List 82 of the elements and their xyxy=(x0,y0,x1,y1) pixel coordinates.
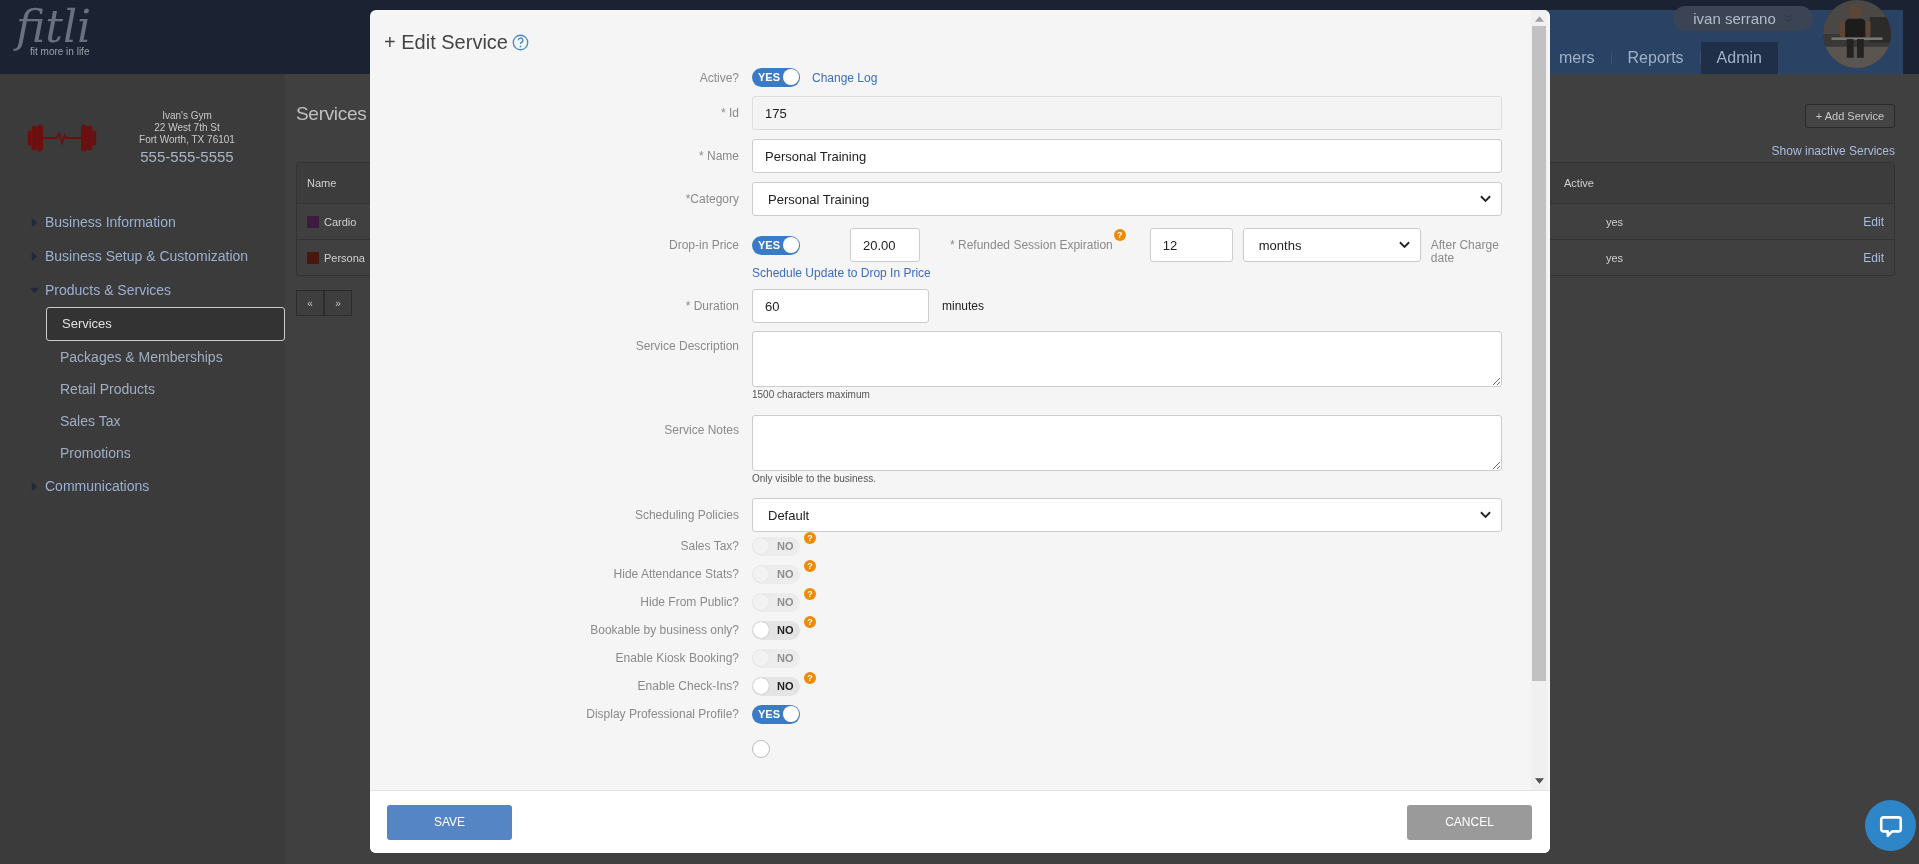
chevron-icon xyxy=(1480,195,1491,203)
sidebar-item[interactable]: Products & Services xyxy=(0,273,285,307)
sidebar-subitem[interactable]: Promotions xyxy=(46,437,285,469)
scroll-down-icon[interactable] xyxy=(1534,778,1544,784)
field-label: Bookable by business only? xyxy=(589,623,740,637)
edit-link[interactable]: Edit xyxy=(1863,250,1884,265)
toggle-switch[interactable]: YES xyxy=(752,704,800,724)
business-name: Ivan's Gym xyxy=(162,110,212,122)
business-phone: 555-555-5555 xyxy=(140,148,234,165)
column-header: Active xyxy=(1564,177,1595,189)
field-label: Drop-in Price xyxy=(667,238,740,252)
help-icon[interactable] xyxy=(511,33,529,51)
pager-button[interactable]: « xyxy=(296,290,324,316)
dialog-title: + Edit Service xyxy=(384,30,508,54)
radio-button[interactable] xyxy=(752,740,770,758)
sidebar-subitem[interactable]: Sales Tax xyxy=(46,405,285,437)
id-field[interactable]: 175 xyxy=(752,96,1502,130)
price-field[interactable]: 20.00 xyxy=(850,228,920,262)
field-label: * Name xyxy=(698,149,740,163)
edit-link[interactable]: Edit xyxy=(1863,214,1884,229)
field-label: Enable Kiosk Booking? xyxy=(614,651,740,665)
sidebar-item[interactable]: Business Setup & Customization xyxy=(0,239,285,273)
field-label: * Refunded Session Expiration xyxy=(950,238,1113,252)
user-menu[interactable]: ivan serrano xyxy=(1673,6,1813,31)
duration-field[interactable]: 60 xyxy=(752,289,929,323)
field-label: Sales Tax? xyxy=(679,539,740,553)
cancel-button[interactable]: CANCEL xyxy=(1407,804,1532,840)
scroll-up-icon[interactable] xyxy=(1534,16,1544,22)
business-address: Fort Worth, TX 76101 xyxy=(139,134,235,146)
sidebar-subitem[interactable]: Retail Products xyxy=(46,373,285,405)
chevron-icon xyxy=(1398,241,1410,249)
field-label: Service Description xyxy=(634,338,740,353)
expiration-field[interactable]: 12 xyxy=(1149,228,1233,262)
chat-button[interactable] xyxy=(1865,800,1916,851)
hint-text: After Charge date xyxy=(1430,239,1500,265)
toggle-switch[interactable]: YES xyxy=(752,235,800,255)
table-cell-text: yes xyxy=(1605,251,1624,264)
unit-label: minutes xyxy=(942,299,985,313)
pager-button[interactable]: » xyxy=(324,290,352,316)
field-label: * Duration xyxy=(684,299,740,313)
add-service-button[interactable]: + Add Service xyxy=(1804,104,1895,128)
table-cell: Cardio xyxy=(324,215,357,228)
table-cell: Persona xyxy=(324,251,365,264)
field-label: Hide Attendance Stats? xyxy=(612,567,740,581)
save-button[interactable]: SAVE xyxy=(387,804,512,840)
column-header: Name xyxy=(306,177,338,189)
nav-tab[interactable]: Reports xyxy=(1611,42,1700,74)
field-label: Display Professional Profile? xyxy=(585,707,740,721)
field-label: Active? xyxy=(698,70,740,85)
field-label: Scheduling Policies xyxy=(633,508,740,522)
field-label: Hide From Public? xyxy=(639,595,740,609)
table-cell-text: yes xyxy=(1605,215,1624,228)
name-field[interactable]: Personal Training xyxy=(752,139,1502,173)
caret-icon xyxy=(30,217,39,227)
scrollbar[interactable] xyxy=(1531,10,1547,790)
toggle-switch[interactable]: NO xyxy=(752,676,800,696)
sidebar-subitem[interactable]: Packages & Memberships xyxy=(46,341,285,373)
field-label: * Id xyxy=(720,106,740,120)
policy-dropdown[interactable]: Default xyxy=(752,498,1502,532)
category-dropdown[interactable]: Personal Training xyxy=(752,182,1502,216)
caret-icon xyxy=(30,251,39,261)
field-label: Service Notes xyxy=(663,422,740,437)
schedule-update-link[interactable]: Schedule Update to Drop In Price xyxy=(752,266,931,280)
field-label: *Category xyxy=(684,192,740,206)
caret-icon xyxy=(30,481,39,491)
business-address: 22 West 7th St xyxy=(154,122,220,134)
description-field[interactable] xyxy=(752,331,1502,387)
chevron-icon xyxy=(1480,511,1491,519)
sidebar-item[interactable]: Communications xyxy=(0,469,285,503)
sidebar-subitem[interactable]: Services xyxy=(46,307,285,341)
hint-text: Only visible to the business. xyxy=(752,473,876,484)
caret-icon xyxy=(30,285,39,295)
notes-field[interactable] xyxy=(752,415,1502,471)
change-log-link[interactable]: Change Log xyxy=(812,70,878,85)
sidebar-item[interactable]: Business Information xyxy=(0,205,285,239)
nav-tab[interactable]: Admin xyxy=(1700,42,1778,74)
field-label: Enable Check-Ins? xyxy=(636,679,740,693)
unit-dropdown[interactable]: months xyxy=(1242,228,1421,262)
page-title: Services xyxy=(296,103,367,125)
toggle-switch[interactable]: NO xyxy=(752,620,800,640)
toggle-switch[interactable]: YES xyxy=(752,68,800,87)
hint-text: 1500 characters maximum xyxy=(752,389,870,400)
